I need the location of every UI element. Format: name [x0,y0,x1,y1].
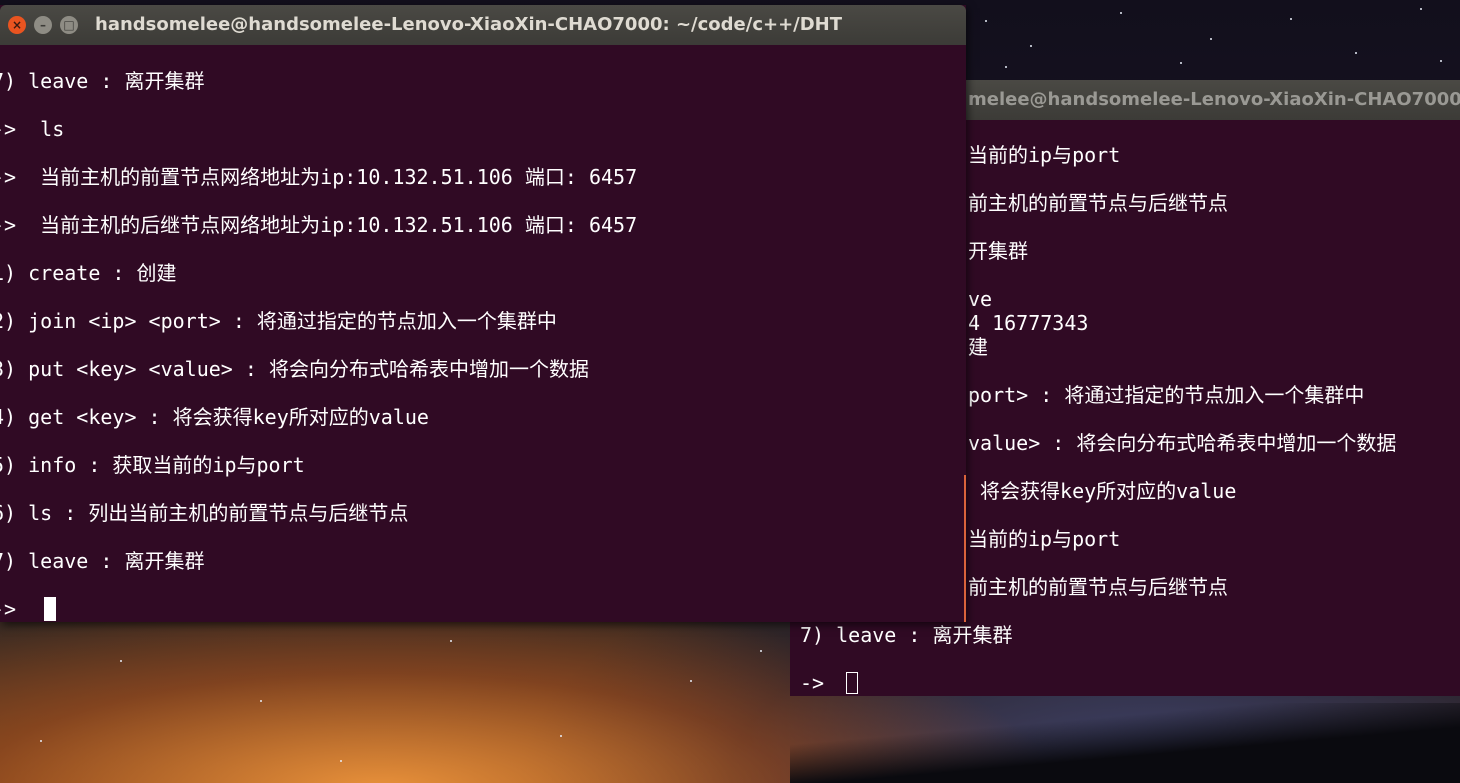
minimize-button[interactable]: – [34,16,52,34]
terminal-line: 6) ls : 列出当前主机的前置节点与后继节点 [0,501,409,525]
front-terminal-title: handsomelee@handsomelee-Lenovo-XiaoXin-C… [95,14,843,35]
terminal-line: 3) put <key> <value> : 将会向分布式哈希表中增加一个数据 [0,357,589,381]
terminal-line: 2) join <ip> <port> : 将通过指定的节点加入一个集群中 [0,309,557,333]
terminal-line: 前主机的前置节点与后继节点 [968,191,1228,215]
front-terminal-output[interactable]: 7) leave : 离开集群 -> ls -> 当前主机的前置节点网络地址为i… [0,45,966,622]
cursor [44,597,56,621]
terminal-prompt: -> [800,671,837,695]
maximize-button[interactable]: □ [60,16,78,34]
terminal-line: 将会获得key所对应的value [968,479,1237,503]
terminal-line: 7) leave : 离开集群 [0,69,205,93]
terminal-line: 7) leave : 离开集群 [0,549,205,573]
terminal-line: -> 当前主机的前置节点网络地址为ip:10.132.51.106 端口: 64… [0,165,638,189]
terminal-line: 4) get <key> : 将会获得key所对应的value [0,405,429,429]
back-terminal-title: melee@handsomelee-Lenovo-XiaoXin-CHAO700… [968,89,1460,110]
terminal-line: 4 16777343 [968,311,1089,335]
terminal-line: 1) create : 创建 [0,261,177,285]
terminal-line: 建 [968,335,988,359]
terminal-line: 7) leave : 离开集群 [800,623,1013,647]
resize-edge[interactable] [964,475,966,622]
terminal-line: value> : 将会向分布式哈希表中增加一个数据 [968,431,1397,455]
terminal-line: 开集群 [968,239,1028,263]
terminal-line: port> : 将通过指定的节点加入一个集群中 [968,383,1365,407]
front-terminal-window[interactable]: × – □ handsomelee@handsomelee-Lenovo-Xia… [0,5,966,622]
terminal-prompt: -> [0,597,17,621]
terminal-line: 当前的ip与port [968,527,1121,551]
terminal-line: ve [968,287,993,311]
front-terminal-titlebar[interactable]: × – □ handsomelee@handsomelee-Lenovo-Xia… [0,5,966,45]
terminal-line: 当前的ip与port [968,143,1121,167]
terminal-line: -> ls [0,117,65,141]
terminal-line: -> 当前主机的后继节点网络地址为ip:10.132.51.106 端口: 64… [0,213,638,237]
terminal-line: 5) info : 获取当前的ip与port [0,453,305,477]
close-button[interactable]: × [8,16,26,34]
terminal-line: 前主机的前置节点与后继节点 [968,575,1228,599]
cursor [846,672,858,694]
